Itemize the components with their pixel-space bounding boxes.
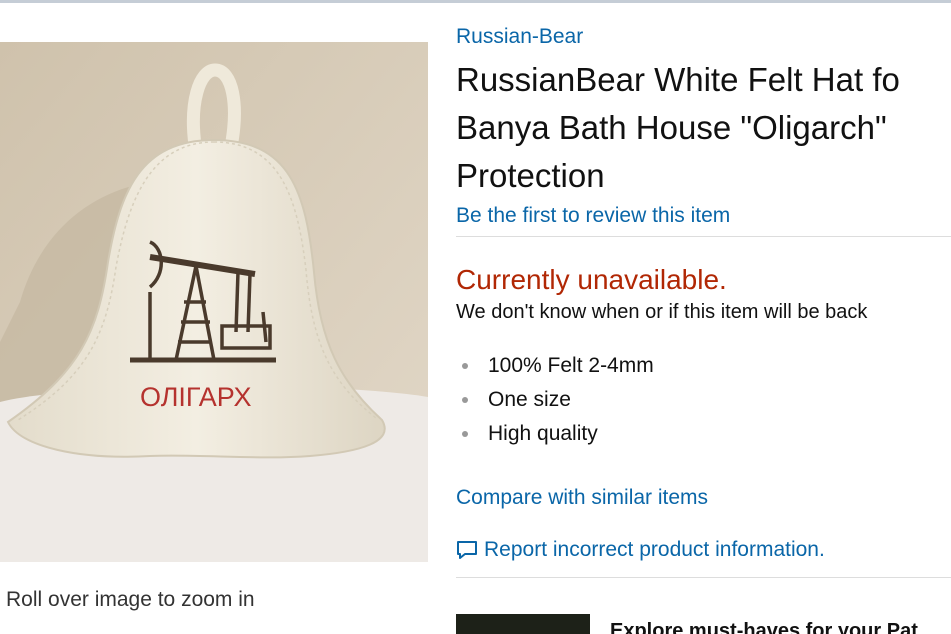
brand-link[interactable]: Russian-Bear [456, 22, 951, 52]
feature-text: 100% Felt 2-4mm [488, 354, 654, 377]
feature-text: High quality [488, 422, 598, 445]
feature-item: One size [456, 383, 951, 417]
zoom-hint: Roll over image to zoom in [6, 588, 255, 611]
divider [456, 236, 951, 237]
feature-text: One size [488, 388, 571, 411]
bullet-icon [462, 431, 468, 437]
first-review-link[interactable]: Be the first to review this item [456, 202, 951, 230]
availability-status: Currently unavailable. [456, 264, 727, 295]
promo-thumbnail [456, 614, 590, 634]
product-page: ОЛІГАРХ Roll over image to zoom in Russi… [0, 0, 951, 634]
promo-banner[interactable]: Explore must-haves for your Pat [456, 614, 951, 634]
feature-item: High quality [456, 417, 951, 451]
product-title: RussianBear White Felt Hat fo Banya Bath… [456, 56, 951, 200]
availability-note: We don't know when or if this item will … [456, 301, 868, 323]
bullet-icon [462, 363, 468, 369]
title-line-1: RussianBear White Felt Hat fo [456, 61, 900, 98]
hat-embroidery-text: ОЛІГАРХ [140, 382, 252, 412]
product-image[interactable]: ОЛІГАРХ [0, 42, 428, 562]
title-line-3: Protection [456, 157, 605, 194]
product-details: Russian-Bear RussianBear White Felt Hat … [456, 22, 951, 578]
compare-similar-link[interactable]: Compare with similar items [456, 483, 951, 513]
title-line-2: Banya Bath House "Oligarch" [456, 109, 887, 146]
promo-text: Explore must-haves for your Pat [610, 620, 918, 634]
feature-list: 100% Felt 2-4mm One size High quality [456, 349, 951, 451]
top-divider [0, 0, 951, 3]
report-incorrect-info-link[interactable]: Report incorrect product information. [456, 535, 951, 565]
divider [456, 577, 951, 578]
feature-item: 100% Felt 2-4mm [456, 349, 951, 383]
bullet-icon [462, 397, 468, 403]
report-link-label: Report incorrect product information. [484, 538, 825, 561]
felt-hat-photo: ОЛІГАРХ [0, 42, 428, 562]
speech-bubble-icon [456, 540, 478, 560]
